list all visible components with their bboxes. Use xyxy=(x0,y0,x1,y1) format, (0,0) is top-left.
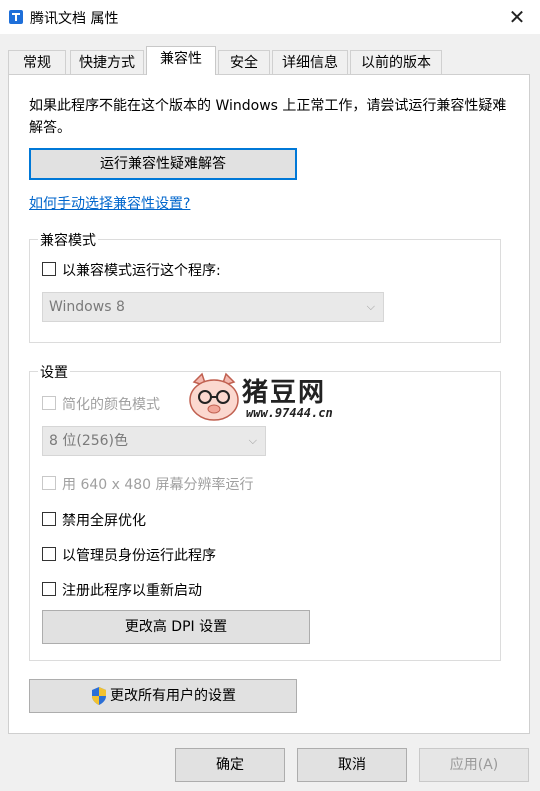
res-640-checkbox[interactable] xyxy=(42,476,56,490)
ok-button[interactable]: 确定 xyxy=(175,748,285,782)
change-all-users-label: 更改所有用户的设置 xyxy=(110,688,236,704)
run-troubleshooter-button[interactable]: 运行兼容性疑难解答 xyxy=(29,148,297,180)
manual-settings-link[interactable]: 如何手动选择兼容性设置? xyxy=(29,193,190,213)
title-bar: 腾讯文档 属性 ✕ xyxy=(0,0,540,34)
watermark-url: www.97444.cn xyxy=(246,406,333,420)
tab-general[interactable]: 常规 xyxy=(8,50,66,74)
watermark-name: 猪豆网 xyxy=(242,378,327,408)
compat-mode-checkbox-label: 以兼容模式运行这个程序: xyxy=(62,263,221,279)
compat-mode-group: 兼容模式 以兼容模式运行这个程序: Windows 8 ⌵ xyxy=(29,230,501,343)
disable-fullscreen-label: 禁用全屏优化 xyxy=(62,513,146,529)
color-depth-select[interactable]: 8 位(256)色 ⌵ xyxy=(42,426,266,456)
compat-os-select-value: Windows 8 xyxy=(49,299,125,315)
settings-group-label: 设置 xyxy=(38,362,70,382)
res-640-label: 用 640 x 480 屏幕分辨率运行 xyxy=(62,477,254,493)
pig-face-icon xyxy=(189,372,239,421)
window-title: 腾讯文档 属性 xyxy=(30,11,119,27)
intro-text: 如果此程序不能在这个版本的 Windows 上正常工作，请尝试运行兼容性疑难解答… xyxy=(29,98,507,136)
change-all-users-button[interactable]: 更改所有用户的设置 xyxy=(29,679,297,713)
close-icon[interactable]: ✕ xyxy=(502,2,532,32)
compat-os-select[interactable]: Windows 8 ⌵ xyxy=(42,292,384,322)
cancel-button[interactable]: 取消 xyxy=(297,748,407,782)
uac-shield-icon xyxy=(92,687,106,705)
tab-details[interactable]: 详细信息 xyxy=(272,50,348,74)
site-watermark: 猪豆网 www.97444.cn xyxy=(186,372,386,426)
reduced-color-label: 简化的颜色模式 xyxy=(62,397,160,413)
register-restart-checkbox[interactable] xyxy=(42,582,56,596)
compat-mode-checkbox[interactable] xyxy=(42,262,56,276)
color-depth-select-value: 8 位(256)色 xyxy=(49,433,129,449)
chevron-down-icon: ⌵ xyxy=(366,300,375,313)
reduced-color-checkbox[interactable] xyxy=(42,396,56,410)
tab-compatibility[interactable]: 兼容性 xyxy=(146,46,216,75)
chevron-down-icon: ⌵ xyxy=(248,434,257,447)
run-as-admin-label: 以管理员身份运行此程序 xyxy=(62,548,216,564)
tab-security[interactable]: 安全 xyxy=(218,50,270,74)
disable-fullscreen-checkbox[interactable] xyxy=(42,512,56,526)
tab-shortcut[interactable]: 快捷方式 xyxy=(70,50,144,74)
compat-mode-group-label: 兼容模式 xyxy=(38,230,98,250)
run-as-admin-checkbox[interactable] xyxy=(42,547,56,561)
register-restart-label: 注册此程序以重新启动 xyxy=(62,583,202,599)
tab-previous-versions[interactable]: 以前的版本 xyxy=(350,50,442,74)
apply-button[interactable]: 应用(A) xyxy=(419,748,529,782)
change-dpi-button[interactable]: 更改高 DPI 设置 xyxy=(42,610,310,644)
tencent-docs-app-icon xyxy=(9,10,23,24)
